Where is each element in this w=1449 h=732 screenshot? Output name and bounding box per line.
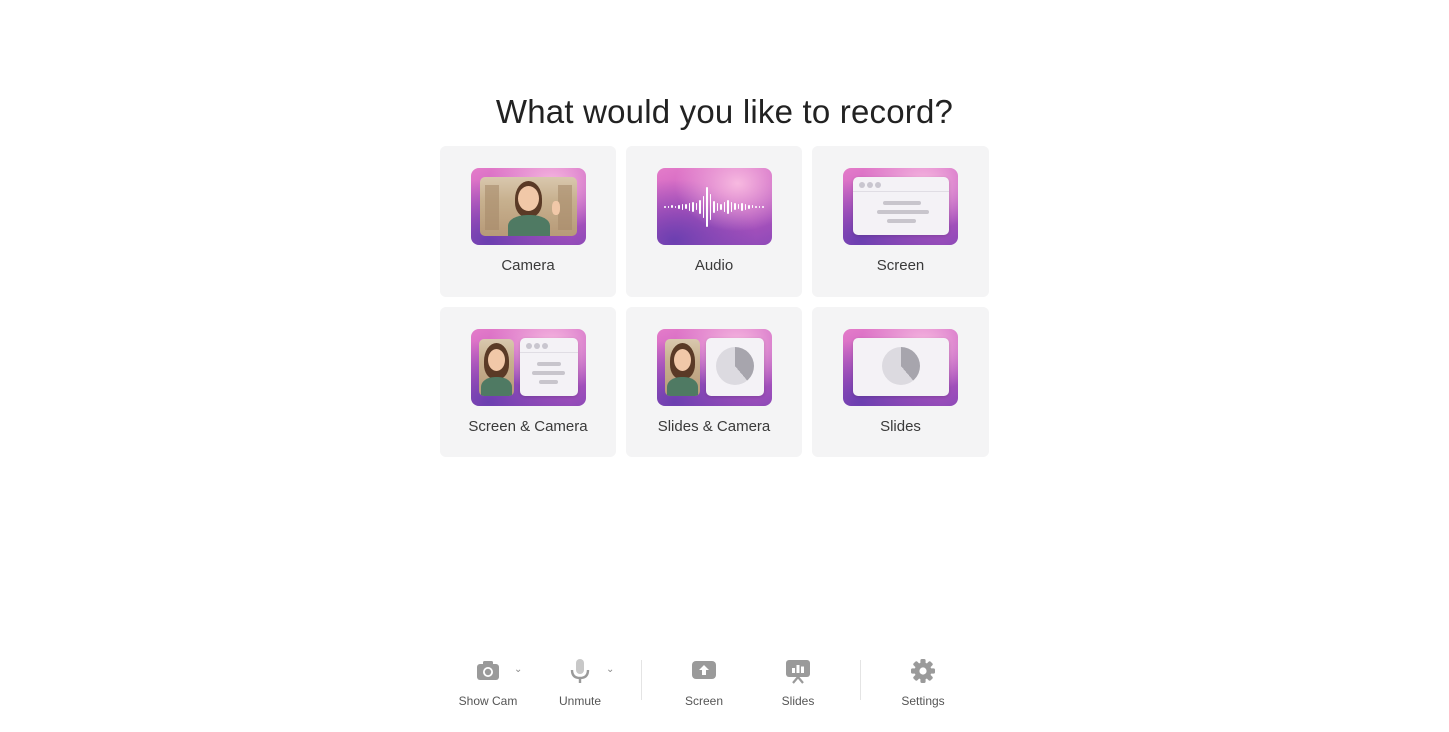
option-label: Slides & Camera [657,418,771,435]
wave-bar [723,201,726,212]
wave-bar [699,199,701,214]
toolbar-divider [860,660,861,700]
audio-waveform-icon [656,168,772,245]
wave-bar [702,195,705,218]
unmute-label: Unmute [558,694,602,708]
option-slides-and-camera[interactable]: Slides & Camera [626,307,802,457]
wave-bar [758,205,761,208]
settings-button[interactable]: Settings [891,656,955,708]
bottom-toolbar: Show Cam ⌄ Unmute ⌄ Screen Slides Settin… [0,656,1449,716]
wave-bar [734,203,736,210]
wave-bar [713,200,715,213]
wave-bar [730,201,733,212]
wave-bar [695,203,698,210]
show-cam-button[interactable]: Show Cam [456,656,520,708]
wave-bar [716,202,719,211]
show-cam-label: Show Cam [458,694,518,708]
option-label: Slides [880,418,921,435]
page-title: What would you like to record? [495,93,954,130]
wave-bar [748,204,750,209]
toolbar-divider [641,660,642,700]
wave-bar [762,205,764,208]
wave-bar [755,205,757,208]
wave-bar [674,205,677,208]
microphone-options-chevron-down-icon[interactable]: ⌄ [606,664,614,675]
record-options-grid: Camera Audio Screen Screen & Camera Slid… [440,146,989,457]
gear-icon [908,656,938,686]
option-screen-and-camera[interactable]: Screen & Camera [440,307,616,457]
wave-bar [709,193,712,220]
option-label: Audio [694,257,734,274]
wave-bar [744,203,747,210]
slides-button[interactable]: Slides [766,656,830,708]
wave-bar [667,205,670,208]
record-mode-page: What would you like to record? Camera Au… [0,0,1449,732]
option-camera[interactable]: Camera [440,146,616,297]
wave-bar [737,204,740,209]
share-screen-button[interactable]: Screen [672,656,736,708]
camera-preview-icon [470,168,586,245]
option-label: Camera [501,257,555,274]
option-audio[interactable]: Audio [626,146,802,297]
wave-bar [720,203,722,210]
wave-bar [678,204,680,209]
microphone-icon [565,656,595,686]
wave-bar [664,205,666,208]
screen-label: Screen [684,694,724,708]
wave-bar [671,205,673,208]
camera-options-chevron-down-icon[interactable]: ⌄ [514,664,522,675]
wave-bar [727,199,729,214]
slides-pie-icon [843,329,958,406]
wave-bar [688,202,691,211]
screen-window-icon [843,168,958,245]
wave-bar [681,203,684,210]
option-screen[interactable]: Screen [812,146,989,297]
camera-icon [473,656,503,686]
wave-bar [685,204,687,209]
option-label: Screen [876,257,925,274]
settings-label: Settings [901,694,945,708]
slides-label: Slides [781,694,815,708]
presentation-icon [783,656,813,686]
option-label: Screen & Camera [468,418,588,435]
unmute-button[interactable]: Unmute [548,656,612,708]
wave-bar [751,205,754,208]
slides-camera-icon [656,329,772,406]
option-slides[interactable]: Slides [812,307,989,457]
wave-bar [706,186,708,227]
screen-share-icon [689,656,719,686]
wave-bar [692,201,694,212]
screen-camera-icon [470,329,586,406]
wave-bar [741,202,743,211]
